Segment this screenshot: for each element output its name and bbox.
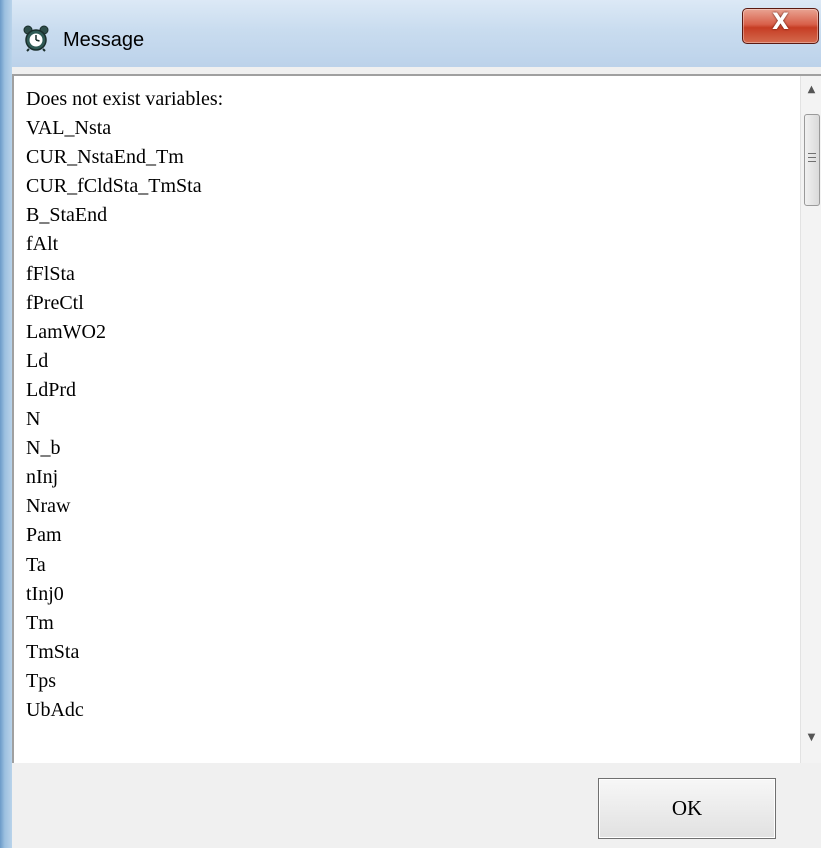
variable-name: fFlSta: [26, 262, 75, 285]
variable-name: VAL_Nsta: [26, 117, 112, 140]
thumb-grip-icon: [808, 153, 816, 162]
variable-name: fPreCtl: [26, 291, 84, 314]
variable-name: CUR_NstaEnd_Tm: [26, 146, 184, 169]
variable-name: Tm: [26, 611, 54, 634]
alarm-clock-icon: [22, 24, 50, 52]
scroll-down-arrow-icon[interactable]: ▼: [801, 732, 821, 754]
variable-name: Tps: [26, 669, 56, 692]
variable-name: LdPrd: [26, 378, 76, 401]
variable-name: UbAdc: [26, 698, 84, 721]
variable-name: B_StaEnd: [26, 204, 108, 227]
variable-name: nInj: [26, 466, 59, 489]
variable-name: LamWO2: [26, 320, 106, 343]
vertical-scrollbar[interactable]: ▲ ▼: [800, 76, 821, 763]
variable-name: fAlt: [26, 233, 59, 256]
message-heading: Does not exist variables:: [26, 88, 224, 110]
scroll-thumb[interactable]: [804, 114, 820, 206]
variable-name: Pam: [26, 524, 62, 547]
variable-name: N: [26, 408, 41, 431]
variable-name: Ta: [26, 553, 46, 576]
title-bar[interactable]: Message X: [12, 0, 821, 67]
window-left-frame: [0, 0, 12, 848]
window-title: Message: [63, 29, 145, 51]
message-window: Message X Does not exist variables: VAL_N…: [0, 0, 821, 848]
variable-name: N_b: [26, 437, 61, 460]
close-button[interactable]: X: [742, 8, 819, 44]
variable-name: TmSta: [26, 640, 80, 663]
variable-name: tInj0: [26, 582, 64, 605]
ok-button[interactable]: OK: [598, 778, 776, 839]
variable-name: Ld: [26, 349, 49, 372]
variable-name: CUR_fCldSta_TmSta: [26, 175, 202, 198]
message-textbox[interactable]: Does not exist variables: VAL_Nsta CUR_Nst…: [12, 74, 821, 763]
close-icon: X: [772, 10, 789, 35]
message-text: Does not exist variables: VAL_Nsta CUR_Nst…: [26, 85, 223, 725]
scroll-up-arrow-icon[interactable]: ▲: [801, 84, 821, 106]
variable-name: Nraw: [26, 495, 71, 518]
